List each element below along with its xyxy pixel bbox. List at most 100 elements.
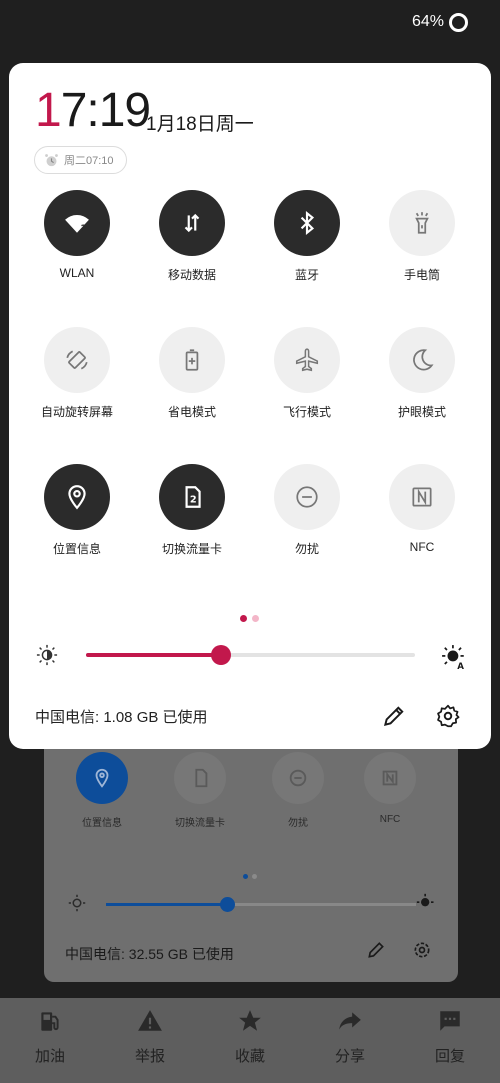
- data-usage-text: 中国电信: 1.08 GB 已使用: [35, 709, 208, 726]
- alarm-clock-icon: [45, 153, 58, 166]
- pencil-icon[interactable]: [381, 703, 407, 729]
- bg-page-dot: [243, 874, 248, 879]
- bg-brightness-fill: [106, 903, 227, 906]
- bluetooth-icon: [300, 210, 315, 236]
- auto-brightness-icon[interactable]: A: [441, 644, 467, 670]
- bg-data-usage: 中国电信: 32.55 GB 已使用: [65, 946, 234, 962]
- background-quick-settings: 位置信息 切换流量卡 勿扰 NFC 中国电信: 32.55 GB 已使用: [44, 740, 458, 982]
- nav-item-share[interactable]: 分享: [300, 998, 400, 1083]
- moon-icon: [413, 349, 434, 371]
- bg-brightness-thumb: [219, 897, 235, 912]
- nav-item-report[interactable]: 举报: [100, 998, 200, 1083]
- battery-saver-icon: [185, 349, 199, 371]
- tile-circle: [159, 190, 225, 256]
- page-indicator: [240, 609, 264, 627]
- pencil-icon: [368, 942, 384, 958]
- nav-label: 收藏: [234, 1048, 265, 1065]
- tile-circle: [274, 190, 340, 256]
- tile-circle: [44, 464, 110, 530]
- tile-auto-rotate[interactable]: 自动旋转屏幕: [22, 327, 132, 420]
- gear-icon[interactable]: [435, 703, 461, 729]
- alarm-time: 周二07:10: [64, 155, 114, 167]
- svg-text:?: ?: [81, 224, 87, 235]
- page-dot[interactable]: [252, 615, 259, 622]
- fuel-icon: [41, 1012, 59, 1031]
- bg-tile-dnd: 勿扰: [248, 752, 348, 829]
- tile-label: 飞行模式: [282, 405, 331, 419]
- bg-tile-label: 切换流量卡: [175, 818, 225, 829]
- tile-flashlight[interactable]: 手电筒: [367, 190, 477, 283]
- tile-label: 省电模式: [167, 405, 216, 419]
- tile-circle: 2: [159, 464, 225, 530]
- nfc-icon: [412, 487, 432, 507]
- tile-label: 自动旋转屏幕: [40, 405, 113, 419]
- gear-icon: [414, 942, 430, 958]
- tile-label: 手电筒: [403, 268, 440, 282]
- brightness-low-icon: [68, 894, 86, 912]
- nav-label: 回复: [434, 1048, 465, 1065]
- page-dot-active[interactable]: [240, 615, 247, 622]
- tile-circle: [389, 464, 455, 530]
- bottom-navigation: 加油 举报 收藏 分享 回复: [0, 998, 500, 1083]
- nav-label: 举报: [134, 1048, 165, 1065]
- bg-tile-label: 勿扰: [288, 818, 308, 829]
- warning-icon: [138, 1010, 162, 1031]
- tile-bluetooth[interactable]: 蓝牙: [252, 190, 362, 283]
- clock-hour-first-digit: 1: [35, 84, 62, 137]
- tile-switch-sim[interactable]: 2 切换流量卡: [137, 464, 247, 557]
- tile-eye-comfort[interactable]: 护眼模式: [367, 327, 477, 420]
- share-icon: [339, 1012, 361, 1030]
- wifi-question-icon: ?: [65, 215, 89, 235]
- bg-tile-sim: 切换流量卡: [150, 752, 250, 829]
- tile-mobile-data[interactable]: 移动数据: [137, 190, 247, 283]
- bg-page-indicator: [243, 866, 261, 884]
- battery-icon: [449, 13, 468, 32]
- tile-airplane-mode[interactable]: 飞行模式: [252, 327, 362, 420]
- tile-location[interactable]: 位置信息: [22, 464, 132, 557]
- nav-item-reply[interactable]: 回复: [400, 998, 500, 1083]
- location-icon: [76, 752, 128, 804]
- bg-page-dot: [252, 874, 257, 879]
- tile-label: 蓝牙: [294, 268, 319, 282]
- quick-settings-panel: 17:19 1月18日周一 周二07:10 ? WLAN 移动数据 蓝牙 手电筒…: [9, 63, 491, 749]
- status-bar: 64%: [0, 0, 500, 46]
- tile-label: 勿扰: [294, 542, 319, 556]
- tile-wlan[interactable]: ? WLAN: [22, 190, 132, 280]
- tile-label: 移动数据: [167, 268, 216, 282]
- nav-label: 分享: [334, 1048, 365, 1065]
- do-not-disturb-icon: [272, 752, 324, 804]
- brightness-low-icon: [36, 644, 58, 666]
- tile-label: NFC: [409, 540, 435, 554]
- bg-brightness-slider: [106, 897, 416, 912]
- brightness-slider[interactable]: [86, 645, 415, 665]
- tile-battery-saver[interactable]: 省电模式: [137, 327, 247, 420]
- tile-circle: [44, 327, 110, 393]
- clock: 17:19: [35, 84, 151, 137]
- next-alarm-chip[interactable]: 周二07:10: [34, 146, 127, 174]
- tile-label: 护眼模式: [397, 405, 446, 419]
- mobile-data-icon: [184, 213, 200, 233]
- tile-nfc[interactable]: NFC: [367, 464, 477, 554]
- location-icon: [68, 485, 86, 510]
- date: 1月18日周一: [146, 114, 254, 135]
- airplane-icon: [295, 348, 319, 372]
- brightness-auto-icon: [416, 893, 434, 907]
- auto-rotate-icon: [66, 350, 88, 370]
- tile-label: WLAN: [59, 266, 95, 280]
- tile-circle: ?: [44, 190, 110, 256]
- comment-icon: [440, 1011, 460, 1031]
- clock-rest: 7:19: [60, 84, 151, 137]
- nav-item-favorite[interactable]: 收藏: [200, 998, 300, 1083]
- bg-tile-label: NFC: [379, 814, 401, 825]
- tile-label: 切换流量卡: [161, 542, 222, 556]
- star-icon: [239, 1010, 261, 1031]
- tile-do-not-disturb[interactable]: 勿扰: [252, 464, 362, 557]
- do-not-disturb-icon: [296, 486, 318, 508]
- nav-item-fuel[interactable]: 加油: [0, 998, 100, 1083]
- svg-text:2: 2: [190, 494, 197, 505]
- brightness-thumb[interactable]: [210, 645, 231, 665]
- bg-tile-nfc: NFC: [340, 752, 440, 825]
- bg-tile-label: 位置信息: [82, 818, 122, 829]
- tile-circle: [389, 190, 455, 256]
- nfc-icon: [364, 752, 416, 804]
